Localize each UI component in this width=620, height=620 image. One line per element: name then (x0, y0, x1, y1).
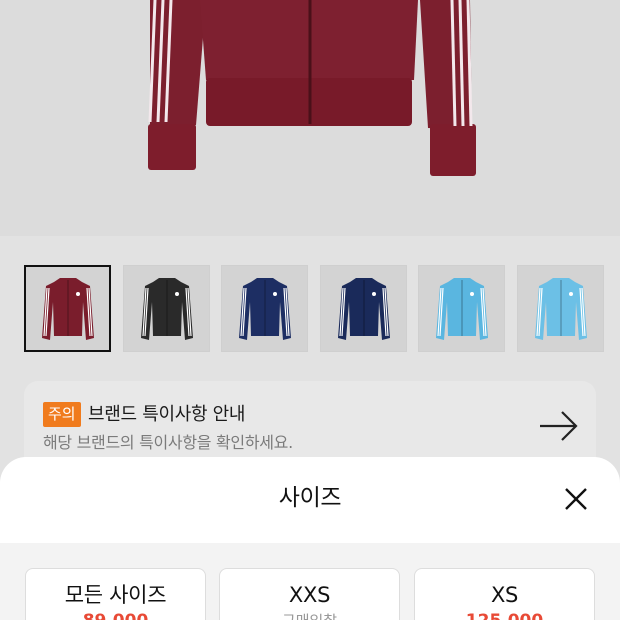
thumbnail-strip (24, 265, 620, 353)
product-image (0, 0, 620, 236)
product-thumbnail[interactable] (123, 265, 210, 352)
size-label: XXS (288, 583, 331, 607)
size-option-xxs[interactable]: XXS 구매입찰 (219, 568, 400, 620)
size-options: 모든 사이즈 89,000 XXS 구매입찰 XS 125,000 (0, 543, 620, 620)
jacket-thumbnail-icon (41, 277, 94, 340)
sheet-title: 사이즈 (278, 485, 342, 511)
product-thumbnail[interactable] (221, 265, 308, 352)
jacket-thumbnail-icon (337, 277, 390, 340)
size-label: 모든 사이즈 (64, 583, 167, 607)
size-option-xs[interactable]: XS 125,000 (414, 568, 595, 620)
jacket-thumbnail-icon (238, 277, 291, 340)
notice-badge: 주의 (43, 402, 81, 427)
size-label: XS (490, 583, 519, 607)
jacket-thumbnail-icon (140, 277, 193, 340)
size-bottom-sheet: 사이즈 모든 사이즈 89,000 XXS 구매입찰 XS 125,000 (0, 457, 620, 620)
product-thumbnail[interactable] (320, 265, 407, 352)
jacket-thumbnail-icon (435, 277, 488, 340)
track-jacket-image (0, 0, 620, 236)
jacket-thumbnail-icon (534, 277, 587, 340)
notice-subtitle: 해당 브랜드의 특이사항을 확인하세요. (43, 433, 293, 452)
size-price: 125,000 (415, 611, 594, 620)
size-price: 89,000 (26, 611, 205, 620)
notice-title: 브랜드 특이사항 안내 (88, 404, 246, 425)
arrow-right-icon[interactable] (538, 409, 580, 443)
size-option-all[interactable]: 모든 사이즈 89,000 (25, 568, 206, 620)
product-thumbnail[interactable] (24, 265, 111, 352)
product-thumbnail[interactable] (418, 265, 505, 352)
close-icon[interactable] (563, 486, 589, 512)
product-thumbnail[interactable] (517, 265, 604, 352)
size-bid-label: 구매입찰 (220, 611, 399, 620)
